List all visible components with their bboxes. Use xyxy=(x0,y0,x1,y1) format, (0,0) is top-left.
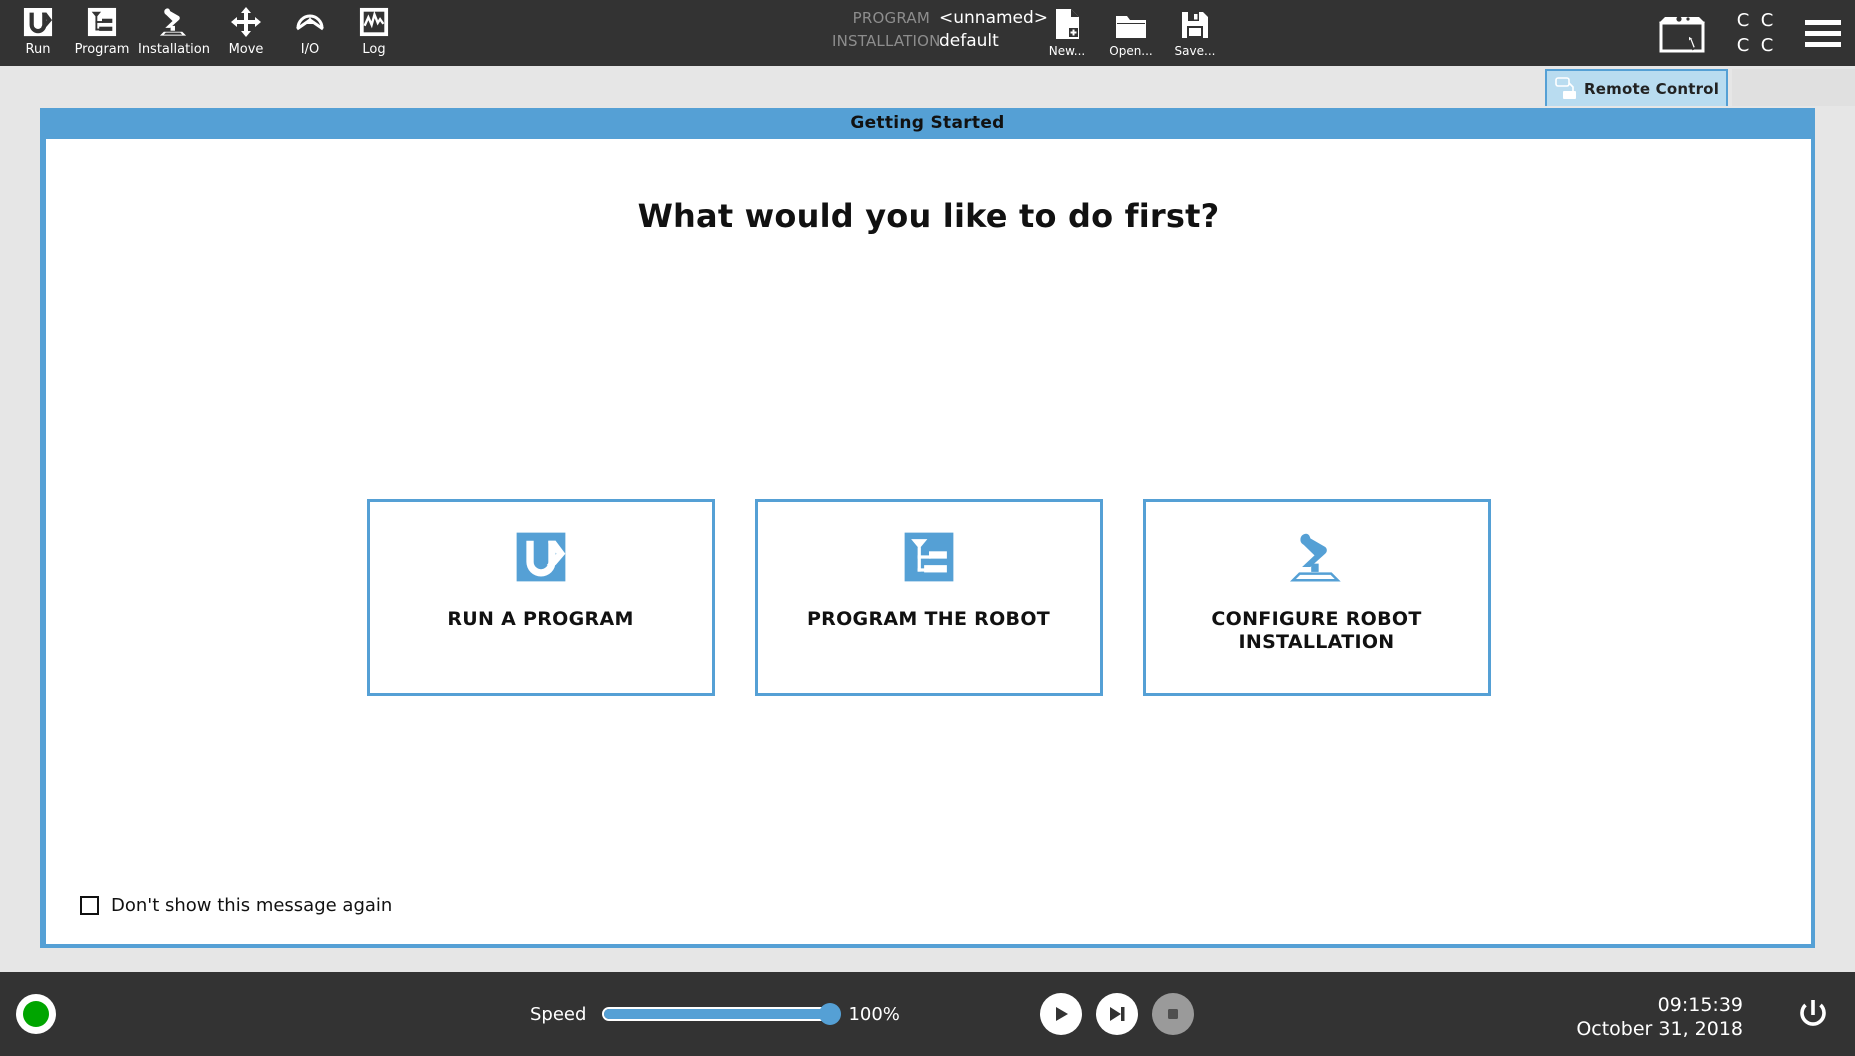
program-row: PROGRAM <unnamed> xyxy=(832,8,1048,29)
nav-item-log[interactable]: Log xyxy=(342,0,406,66)
nav-item-installation[interactable]: Installation xyxy=(134,0,214,66)
speed-control: Speed 100% xyxy=(530,972,900,1056)
cc-cell-2: C xyxy=(1736,34,1750,56)
card-program-the-robot[interactable]: PROGRAM THE ROBOT xyxy=(754,499,1103,696)
cc-cell-3: C xyxy=(1760,34,1774,56)
tab-remote-control[interactable]: Remote Control xyxy=(1545,69,1728,106)
tab-remote-control-label: Remote Control xyxy=(1584,79,1720,98)
nav-item-program[interactable]: Program xyxy=(70,0,134,66)
new-file-icon xyxy=(1054,4,1081,40)
program-info: PROGRAM <unnamed> INSTALLATION default xyxy=(832,8,1048,52)
ur-logo-icon xyxy=(23,5,53,39)
clock-time: 09:15:39 xyxy=(1657,994,1743,1016)
panel-title: Getting Started xyxy=(850,113,1005,133)
robot-arm-icon xyxy=(157,5,191,39)
system-clock: 09:15:39 October 31, 2018 xyxy=(1576,993,1743,1041)
power-button[interactable] xyxy=(1791,994,1835,1038)
ur-logo-icon xyxy=(515,528,567,586)
nav-item-move[interactable]: Move xyxy=(214,0,278,66)
card-run-a-program[interactable]: RUN A PROGRAM xyxy=(366,499,715,696)
header-right-cluster: C C C C xyxy=(1655,0,1845,66)
tab-empty-slot xyxy=(1732,69,1855,106)
robot-status-led[interactable] xyxy=(16,994,56,1034)
tab-strip: Remote Control xyxy=(0,66,1855,106)
stop-icon xyxy=(1163,1004,1183,1024)
transport-controls xyxy=(1040,972,1194,1056)
open-folder-icon xyxy=(1115,4,1147,40)
save-program-label: Save... xyxy=(1174,44,1216,58)
play-icon xyxy=(1051,1004,1071,1024)
dont-show-again-checkbox[interactable]: Don't show this message again xyxy=(80,895,392,916)
open-program-label: Open... xyxy=(1109,44,1153,58)
panel-body: What would you like to do first? RUN A P… xyxy=(44,137,1813,946)
getting-started-panel: Getting Started What would you like to d… xyxy=(40,108,1815,948)
nav-label-program: Program xyxy=(74,42,130,57)
status-footer-bar: Speed 100% 09:15:39 October 31, 2018 xyxy=(0,972,1855,1056)
nav-label-move: Move xyxy=(228,42,264,57)
teach-pendant-cursor-icon[interactable] xyxy=(1655,11,1709,55)
new-program-label: New... xyxy=(1048,44,1086,58)
robot-arm-icon xyxy=(1288,528,1346,586)
cc-cell-0: C xyxy=(1736,9,1750,31)
card-configure-robot-installation[interactable]: CONFIGURE ROBOT INSTALLATION xyxy=(1142,499,1491,696)
card-run-a-program-label: RUN A PROGRAM xyxy=(447,608,634,630)
status-led-dot xyxy=(23,1001,49,1027)
nav-label-run: Run xyxy=(25,42,51,57)
stop-button[interactable] xyxy=(1152,993,1194,1035)
save-program-button[interactable]: Save... xyxy=(1163,4,1227,58)
file-action-group: New... Open... Save... xyxy=(1035,4,1227,58)
move-arrows-icon xyxy=(230,5,262,39)
page-title: What would you like to do first? xyxy=(637,197,1220,235)
nav-label-io: I/O xyxy=(300,42,320,57)
program-name-value: <unnamed> xyxy=(939,8,1049,28)
speed-value: 100% xyxy=(848,1003,900,1025)
speed-slider-fill xyxy=(604,1009,831,1019)
speed-slider-knob[interactable] xyxy=(819,1003,842,1025)
open-program-button[interactable]: Open... xyxy=(1099,4,1163,58)
nav-item-io[interactable]: I/O xyxy=(278,0,342,66)
save-disk-icon xyxy=(1180,4,1210,40)
speed-slider[interactable] xyxy=(602,1003,842,1025)
nav-label-log: Log xyxy=(362,42,386,57)
program-tree-icon xyxy=(87,5,117,39)
program-key-label: PROGRAM xyxy=(852,9,930,27)
installation-key-label: INSTALLATION xyxy=(832,32,941,50)
checkbox-box[interactable] xyxy=(80,896,99,915)
conformity-grid: C C C C xyxy=(1731,8,1779,58)
play-button[interactable] xyxy=(1040,993,1082,1035)
hamburger-menu-icon[interactable] xyxy=(1801,16,1845,51)
top-header-bar: Run Program Installation Move I/O Log PR… xyxy=(0,0,1855,66)
new-program-button[interactable]: New... xyxy=(1035,4,1099,58)
option-card-group: RUN A PROGRAM PROGRAM THE ROBOT CONFIGUR… xyxy=(46,499,1811,696)
step-icon xyxy=(1107,1004,1127,1024)
io-gauge-icon xyxy=(294,5,326,39)
card-program-the-robot-label: PROGRAM THE ROBOT xyxy=(806,608,1051,630)
log-graph-icon xyxy=(359,5,389,39)
card-configure-robot-installation-label: CONFIGURE ROBOT INSTALLATION xyxy=(1211,608,1422,653)
nav-item-run[interactable]: Run xyxy=(6,0,70,66)
installation-name-value: default xyxy=(939,31,999,51)
nav-label-installation: Installation xyxy=(137,42,210,57)
main-nav: Run Program Installation Move I/O Log xyxy=(0,0,406,66)
cc-cell-1: C xyxy=(1760,9,1774,31)
clock-date: October 31, 2018 xyxy=(1576,1018,1743,1040)
dont-show-again-label: Don't show this message again xyxy=(111,895,393,916)
installation-row: INSTALLATION default xyxy=(832,31,1048,52)
step-button[interactable] xyxy=(1096,993,1138,1035)
power-icon xyxy=(1793,996,1833,1036)
program-tree-icon xyxy=(903,528,955,586)
speed-label: Speed xyxy=(530,1003,587,1025)
remote-control-device-icon xyxy=(1555,76,1577,101)
